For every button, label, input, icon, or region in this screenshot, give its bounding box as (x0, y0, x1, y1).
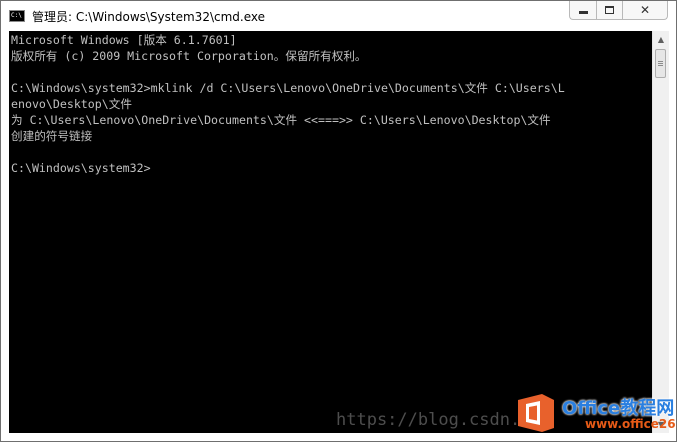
console-app-icon[interactable]: C:\ (9, 10, 25, 22)
close-button[interactable]: ✕ (622, 1, 668, 20)
grip-line (658, 63, 663, 64)
window-title: 管理员: C:\Windows\System32\cmd.exe (32, 10, 265, 24)
console-output[interactable]: Microsoft Windows [版本 6.1.7601] 版权所有 (c)… (9, 31, 652, 433)
console-line: Microsoft Windows [版本 6.1.7601] (11, 33, 237, 47)
console-line: enovo\Desktop\文件 (11, 97, 132, 111)
office-logo-icon (518, 394, 554, 432)
grip-line (658, 65, 663, 66)
minimize-button[interactable] (569, 1, 596, 20)
vertical-scrollbar[interactable]: ▲ ▼ (652, 31, 669, 433)
console-line: C:\Windows\system32>mklink /d C:\Users\L… (11, 81, 565, 95)
watermark-domain: www.office26.com (585, 417, 677, 431)
console-line: 版权所有 (c) 2009 Microsoft Corporation。保留所有… (11, 49, 367, 63)
scroll-up-button[interactable]: ▲ (653, 31, 669, 48)
watermark-url: https://blog.csdn. (336, 410, 521, 430)
console-line: 为 C:\Users\Lenovo\OneDrive\Documents\文件 … (11, 113, 551, 127)
close-icon: ✕ (639, 3, 651, 17)
console-prompt: C:\Windows\system32> (11, 161, 151, 175)
chevron-up-icon: ▲ (657, 35, 665, 44)
scroll-thumb[interactable] (655, 49, 666, 78)
maximize-button[interactable] (596, 1, 622, 20)
maximize-icon (605, 6, 614, 14)
window-controls: ✕ (569, 1, 668, 21)
cmd-window: C:\ 管理员: C:\Windows\System32\cmd.exe ✕ M… (0, 0, 677, 442)
console-line: 创建的符号链接 (11, 129, 93, 143)
title-bar[interactable]: C:\ 管理员: C:\Windows\System32\cmd.exe ✕ (1, 1, 676, 31)
grip-line (658, 61, 663, 62)
minimize-icon (578, 11, 588, 14)
